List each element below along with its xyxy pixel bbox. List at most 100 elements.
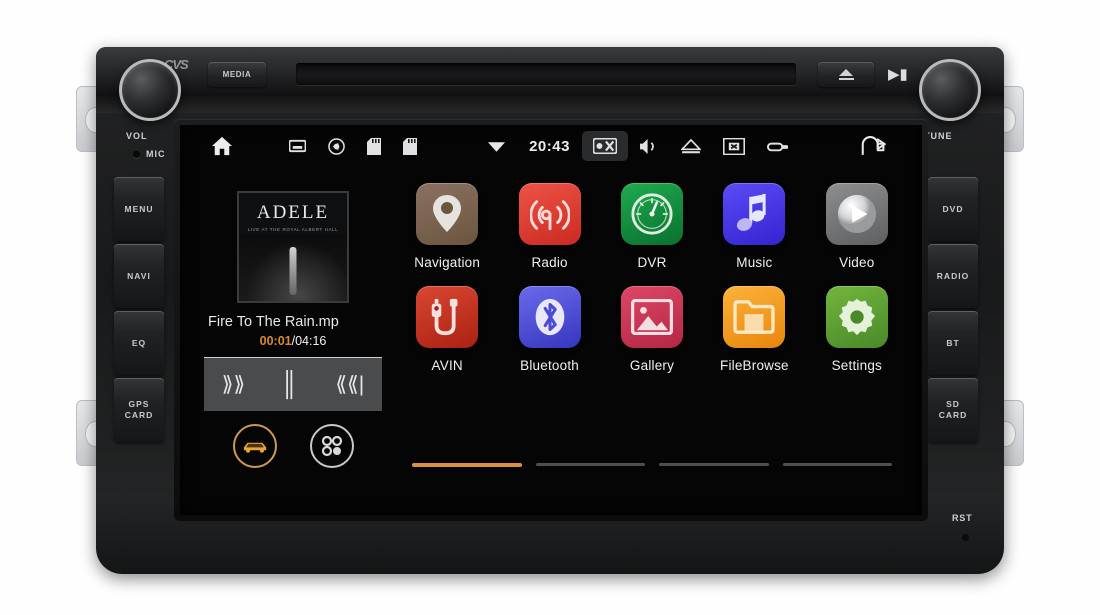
- hardkey-menu[interactable]: MENU: [114, 177, 164, 241]
- bluetooth-app-icon[interactable]: [518, 286, 581, 348]
- filebrowse-app-icon[interactable]: [723, 286, 786, 348]
- next-track-icon[interactable]: ⟪⟪|: [335, 372, 364, 397]
- hardkey-radio[interactable]: RADIO: [928, 244, 978, 308]
- hardkey-sd-card-label: SD CARD: [938, 399, 968, 420]
- play-pause-icon[interactable]: ▶▮: [888, 67, 908, 82]
- reset-label: RST: [952, 513, 973, 523]
- camera-icon[interactable]: [581, 131, 628, 161]
- app-drawer-icon[interactable]: [309, 424, 354, 468]
- eject-icon: [838, 69, 854, 80]
- status-bar-left: [180, 131, 428, 161]
- media-button[interactable]: MEDIA: [208, 62, 266, 87]
- dvr-app-icon[interactable]: [620, 183, 683, 245]
- app-avin-label: AVIN: [431, 358, 463, 373]
- hardkey-navi-label: NAVI: [127, 270, 151, 281]
- music-widget[interactable]: ADELE LIVE AT THE ROYAL ALBERT HALL Fire…: [204, 181, 382, 468]
- page-dot-1[interactable]: [412, 463, 522, 467]
- hardkey-dvd-label: DVD: [942, 203, 964, 214]
- pause-icon[interactable]: ║: [281, 371, 300, 399]
- app-settings-label: Settings: [831, 358, 882, 373]
- sd-card-icon-2[interactable]: [392, 131, 428, 161]
- play-circle-icon: [837, 194, 876, 234]
- page-dot-2[interactable]: [535, 463, 645, 466]
- app-radio-label: Radio: [531, 255, 568, 270]
- hardkey-eq-label: EQ: [131, 337, 147, 348]
- hardkey-gps-card[interactable]: GPS CARD: [114, 378, 164, 442]
- settings-app-icon[interactable]: [825, 286, 888, 348]
- head-unit-body: CVS MEDIA ▶▮ VOL MIC TUNE RST MENU NAVI …: [96, 47, 1004, 574]
- quick-buttons-row: [204, 424, 382, 468]
- usb-icon[interactable]: [756, 131, 800, 161]
- app-settings[interactable]: Settings: [806, 286, 908, 373]
- app-gallery[interactable]: Gallery: [601, 286, 703, 373]
- microphone-hole: [133, 151, 140, 158]
- app-gallery-label: Gallery: [629, 358, 675, 373]
- app-grid: Navigation Radio DVR Music Video AVIN Bl…: [396, 183, 908, 373]
- eject-icon[interactable]: [670, 131, 712, 161]
- app-navigation-label: Navigation: [414, 255, 481, 270]
- album-title: ADELE: [256, 202, 330, 223]
- hardkey-dvd[interactable]: DVD: [928, 177, 978, 241]
- avin-app-icon[interactable]: [416, 286, 479, 348]
- track-elapsed: 00:01: [259, 334, 292, 348]
- track-duration: /04:16: [291, 334, 327, 348]
- photo-icon: [630, 299, 673, 335]
- hardkey-bt-label: BT: [946, 337, 960, 348]
- hardkey-sd-card[interactable]: SD CARD: [928, 378, 978, 442]
- eject-button[interactable]: [818, 62, 874, 87]
- album-subtitle: LIVE AT THE ROYAL ALBERT HALL: [247, 227, 339, 232]
- sd-card-icon[interactable]: [356, 131, 392, 161]
- home-icon[interactable]: [200, 131, 244, 161]
- app-filebrowse[interactable]: FileBrowse: [703, 286, 805, 373]
- back-icon[interactable]: [848, 131, 900, 161]
- hardkey-eq[interactable]: EQ: [114, 311, 164, 375]
- hardkey-bt[interactable]: BT: [928, 311, 978, 375]
- screen-off-icon[interactable]: [712, 131, 756, 161]
- record-icon[interactable]: [317, 131, 356, 161]
- navigation-app-icon[interactable]: [416, 183, 479, 245]
- car-icon[interactable]: [232, 424, 277, 468]
- app-avin[interactable]: AVIN: [396, 286, 498, 373]
- hardkey-navi[interactable]: NAVI: [114, 244, 164, 308]
- gear-icon: [838, 298, 875, 336]
- page-dot-4[interactable]: [782, 463, 892, 466]
- touchscreen[interactable]: 20:43 ADELE LIVE AT THE ROYAL ALBERT HAL…: [180, 125, 922, 515]
- left-hardkey-column: MENU NAVI EQ GPS CARD: [114, 177, 164, 442]
- map-pin-icon: [433, 195, 462, 232]
- app-filebrowse-label: FileBrowse: [720, 358, 789, 373]
- sd-slot-icon[interactable]: [278, 131, 317, 161]
- volume-knob[interactable]: [119, 59, 181, 121]
- av-plug-icon: [431, 298, 458, 336]
- app-dvr[interactable]: DVR: [601, 183, 703, 270]
- hardkey-gps-card-label: GPS CARD: [124, 399, 154, 420]
- tune-knob-label: TUNE: [924, 131, 953, 141]
- app-music[interactable]: Music: [703, 183, 805, 270]
- app-video[interactable]: Video: [806, 183, 908, 270]
- volume-knob-label: VOL: [126, 131, 148, 141]
- transport-controls: ⟫⟫ ║ ⟪⟪|: [204, 357, 382, 411]
- right-hardkey-column: DVD RADIO BT SD CARD: [928, 177, 978, 442]
- track-time: 00:01/04:16: [204, 334, 382, 348]
- hardkey-menu-label: MENU: [124, 203, 154, 214]
- page-dot-3[interactable]: [659, 463, 769, 466]
- status-bar: 20:43: [180, 125, 922, 167]
- cd-slot[interactable]: [296, 63, 796, 85]
- app-bluetooth[interactable]: Bluetooth: [498, 286, 600, 373]
- video-app-icon[interactable]: [825, 183, 888, 245]
- gallery-app-icon[interactable]: [620, 286, 683, 348]
- music-note-icon: [737, 193, 767, 231]
- app-bluetooth-label: Bluetooth: [520, 358, 580, 373]
- music-app-icon[interactable]: [723, 183, 786, 245]
- bluetooth-icon: [535, 298, 564, 336]
- tune-knob[interactable]: [919, 59, 981, 121]
- gauge-icon: [631, 193, 673, 235]
- clock: 20:43: [529, 137, 570, 155]
- wifi-icon[interactable]: [476, 131, 517, 161]
- app-navigation[interactable]: Navigation: [396, 183, 498, 270]
- previous-track-icon[interactable]: ⟫⟫: [222, 372, 245, 397]
- app-radio[interactable]: Radio: [498, 183, 600, 270]
- radio-app-icon[interactable]: [518, 183, 581, 245]
- reset-button[interactable]: [962, 534, 969, 541]
- mute-icon[interactable]: [628, 131, 670, 161]
- app-music-label: Music: [736, 255, 773, 270]
